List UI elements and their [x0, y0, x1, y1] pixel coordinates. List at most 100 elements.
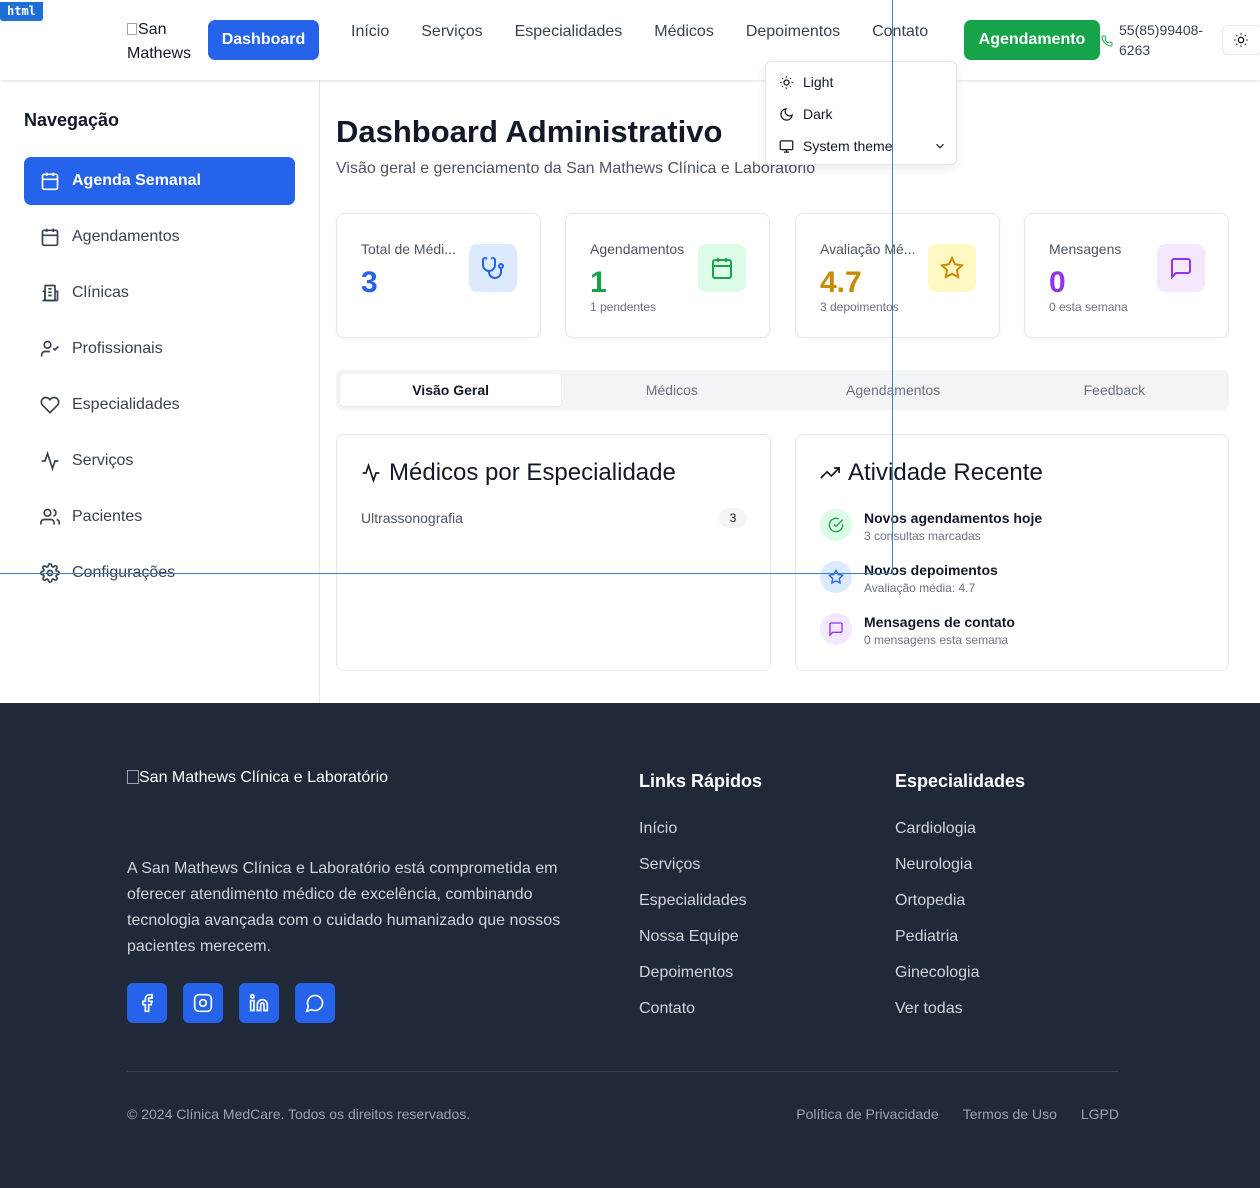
sidebar-item-agendamentos[interactable]: Agendamentos — [24, 213, 295, 261]
main-nav: Início Serviços Especialidades Médicos D… — [351, 22, 960, 42]
chat-bubble-icon — [305, 994, 324, 1013]
nav-link-inicio[interactable]: Início — [351, 22, 389, 42]
users-icon — [40, 508, 60, 525]
calendar-grid-icon — [41, 172, 59, 191]
logo[interactable]: San Mathews — [127, 18, 197, 66]
stat-sub: 1 pendentes — [590, 300, 657, 314]
lgpd-link[interactable]: LGPD — [1081, 1106, 1119, 1122]
sidebar-item-pacientes[interactable]: Pacientes — [24, 493, 295, 541]
footer-description: A San Mathews Clínica e Laboratório está… — [127, 860, 561, 955]
linkedin-button[interactable] — [239, 983, 279, 1023]
tab-feedback[interactable]: Feedback — [1004, 374, 1225, 406]
activity-title: Mensagens de contato — [864, 614, 1015, 630]
agendamento-button[interactable]: Agendamento — [964, 20, 1100, 60]
stat-card-avaliacao: Avaliação Mé... 4.7 3 depoimentos — [795, 213, 1000, 338]
message-icon — [820, 613, 852, 645]
nav-link-servicos[interactable]: Serviços — [421, 22, 482, 42]
page-subtitle: Visão geral e gerenciamento da San Mathe… — [336, 160, 816, 177]
sidebar-item-servicos[interactable]: Serviços — [24, 437, 295, 485]
building-icon — [42, 284, 59, 302]
sun-icon — [1234, 33, 1248, 47]
footer-specialty-ortopedia[interactable]: Ortopedia — [895, 892, 1025, 928]
terms-link[interactable]: Termos de Uso — [963, 1106, 1057, 1122]
theme-option-dark-label: Dark — [803, 106, 833, 122]
activity-panel: Atividade Recente Novos agendamentos hoj… — [795, 434, 1229, 671]
footer-specialty-neurologia[interactable]: Neurologia — [895, 856, 1025, 892]
sidebar-item-profissionais[interactable]: Profissionais — [24, 325, 295, 373]
nav-link-medicos[interactable]: Médicos — [654, 22, 714, 42]
footer-logo[interactable]: San Mathews Clínica e Laboratório — [127, 769, 388, 787]
star-icon — [928, 244, 976, 292]
trending-up-icon — [820, 467, 840, 479]
activity-sub: Avaliação média: 4.7 — [864, 581, 976, 595]
footer-link-inicio[interactable]: Início — [639, 820, 762, 856]
dashboard-button[interactable]: Dashboard — [208, 20, 319, 60]
footer-link-nossa-equipe[interactable]: Nossa Equipe — [639, 928, 762, 964]
check-circle-icon — [820, 509, 852, 541]
footer-specialty-ginecologia[interactable]: Ginecologia — [895, 964, 1025, 1000]
instagram-button[interactable] — [183, 983, 223, 1023]
sidebar-item-agenda-semanal[interactable]: Agenda Semanal — [24, 157, 295, 205]
footer-link-servicos[interactable]: Serviços — [639, 856, 762, 892]
activity-item: Novos agendamentos hoje 3 consultas marca… — [820, 509, 1042, 545]
theme-option-system[interactable]: System theme — [766, 130, 956, 162]
facebook-button[interactable] — [127, 983, 167, 1023]
specialties-panel: Médicos por Especialidade Ultrassonograf… — [336, 434, 771, 671]
activity-title: Novos depoimentos — [864, 562, 998, 578]
heart-icon — [40, 396, 60, 414]
privacy-policy-link[interactable]: Política de Privacidade — [796, 1106, 938, 1122]
sidebar-item-label: Especialidades — [72, 396, 180, 413]
theme-option-light-label: Light — [803, 74, 834, 90]
sidebar-item-label: Profissionais — [72, 340, 163, 357]
sidebar-item-label: Agenda Semanal — [72, 172, 201, 189]
tab-visao-geral[interactable]: Visão Geral — [340, 374, 562, 406]
sidebar-item-clinicas[interactable]: Clínicas — [24, 269, 295, 317]
chat-button[interactable] — [295, 983, 335, 1023]
activity-item: Novos depoimentos Avaliação média: 4.7 — [820, 561, 998, 597]
calendar-icon — [41, 228, 59, 247]
stat-label: Mensagens — [1049, 241, 1122, 257]
message-icon — [1157, 244, 1205, 292]
activity-sub: 0 mensagens esta semana — [864, 633, 1009, 647]
copyright: © 2024 Clínica MedCare. Todos os direito… — [127, 1106, 471, 1122]
footer-specialties-title: Especialidades — [895, 771, 1026, 791]
footer-specialty-ver-todas[interactable]: Ver todas — [895, 1000, 1025, 1036]
theme-menu: Light Dark System theme — [765, 61, 957, 165]
theme-option-light[interactable]: Light — [766, 66, 956, 98]
stat-card-mensagens: Mensagens 0 0 esta semana — [1024, 213, 1229, 338]
sidebar-title: Navegação — [24, 110, 120, 130]
footer-divider — [127, 1071, 1119, 1072]
footer-quick-links: Links Rápidos Início Serviços Especialid… — [639, 771, 762, 1036]
phone-contact[interactable]: 55(85)99408-6263 — [1101, 20, 1209, 60]
sidebar-item-label: Clínicas — [72, 284, 129, 301]
nav-link-contato[interactable]: Contato — [872, 22, 928, 42]
activity-sub: 3 consultas marcadas — [864, 529, 981, 543]
footer-link-contato[interactable]: Contato — [639, 1000, 762, 1036]
crosshair-horizontal-line — [0, 573, 893, 574]
instagram-icon — [193, 993, 213, 1013]
stat-value: 0 — [1049, 266, 1066, 299]
tab-agendamentos[interactable]: Agendamentos — [783, 374, 1004, 406]
stat-card-medicos: Total de Médi... 3 — [336, 213, 541, 338]
footer-link-especialidades[interactable]: Especialidades — [639, 892, 762, 928]
specialties-panel-title: Médicos por Especialidade — [361, 459, 676, 487]
sidebar-item-label: Serviços — [72, 452, 134, 469]
chevron-down-icon — [936, 143, 944, 149]
theme-option-dark[interactable]: Dark — [766, 98, 956, 130]
nav-link-especialidades[interactable]: Especialidades — [515, 22, 623, 42]
sidebar: Navegação Agenda Semanal Agendamentos Cl… — [0, 80, 320, 703]
footer-quick-links-title: Links Rápidos — [639, 771, 763, 791]
specialty-name: Ultrassonografia — [361, 510, 463, 526]
dashboard-tabs: Visão Geral Médicos Agendamentos Feedbac… — [336, 370, 1229, 410]
panel-title-text: Médicos por Especialidade — [389, 459, 676, 486]
stat-label: Total de Médi... — [361, 241, 456, 257]
nav-link-depoimentos[interactable]: Depoimentos — [746, 22, 840, 42]
tab-medicos[interactable]: Médicos — [561, 374, 782, 406]
theme-toggle-button[interactable] — [1222, 25, 1260, 55]
footer-link-depoimentos[interactable]: Depoimentos — [639, 964, 762, 1000]
footer-specialty-cardiologia[interactable]: Cardiologia — [895, 820, 1025, 856]
broken-image-icon — [127, 23, 137, 35]
linkedin-icon — [249, 993, 269, 1012]
sidebar-item-especialidades[interactable]: Especialidades — [24, 381, 295, 429]
footer-specialty-pediatria[interactable]: Pediatria — [895, 928, 1025, 964]
